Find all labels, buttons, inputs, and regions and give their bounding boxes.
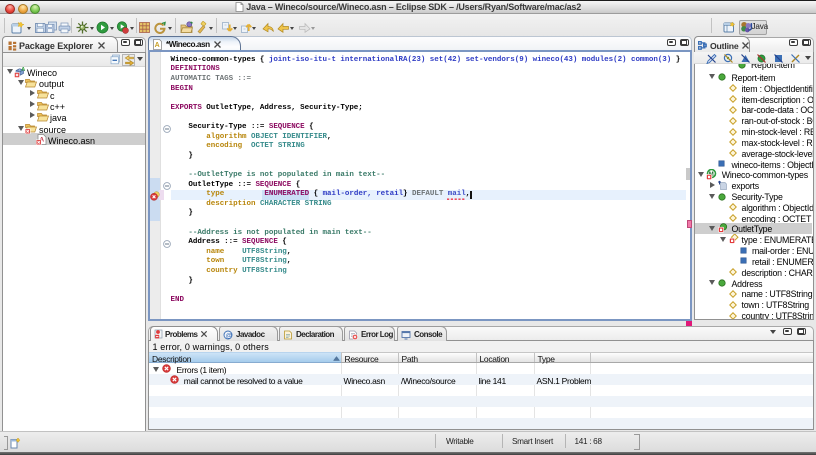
- svg-text:A: A: [155, 42, 160, 49]
- svg-text:A: A: [21, 67, 25, 73]
- svg-text:@: @: [226, 332, 233, 339]
